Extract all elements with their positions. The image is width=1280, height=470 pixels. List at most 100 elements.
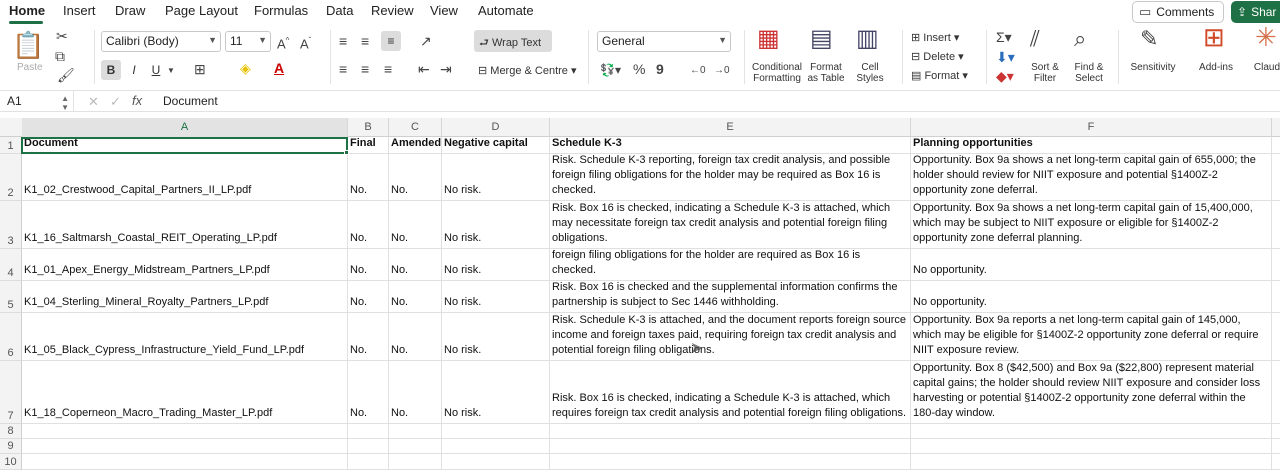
- insert-function-button[interactable]: fx: [132, 93, 142, 108]
- sensitivity-label[interactable]: Sensitivity: [1127, 62, 1179, 73]
- empty-cell[interactable]: [442, 439, 550, 453]
- format-cells-button[interactable]: ▤ Format ▾: [911, 69, 968, 82]
- clear-icon[interactable]: ◆▾: [996, 69, 1014, 83]
- empty-cell[interactable]: [911, 439, 1272, 453]
- cell-final[interactable]: No.: [348, 154, 389, 200]
- cell-styles-label[interactable]: Cell Styles: [852, 62, 888, 84]
- fill-handle[interactable]: [344, 150, 349, 155]
- column-header-a[interactable]: A: [22, 118, 348, 137]
- decrease-decimal-icon[interactable]: →0: [714, 64, 730, 78]
- cell-planning[interactable]: Opportunity. Box 8 ($42,500) and Box 9a …: [911, 361, 1272, 423]
- increase-font-icon[interactable]: A^: [277, 34, 289, 51]
- tab-draw[interactable]: Draw: [115, 3, 145, 18]
- find-select-icon[interactable]: ⌕: [1074, 28, 1086, 50]
- empty-cell[interactable]: [550, 454, 911, 469]
- fill-icon[interactable]: ⬇▾: [996, 50, 1015, 64]
- tab-insert[interactable]: Insert: [63, 3, 96, 18]
- increase-decimal-icon[interactable]: ←0: [690, 64, 706, 78]
- sort-filter-icon[interactable]: ⫽: [1030, 28, 1040, 50]
- percent-button[interactable]: %: [633, 62, 645, 76]
- empty-cell[interactable]: [550, 439, 911, 453]
- cell-amended[interactable]: No.: [389, 249, 442, 280]
- cell-final[interactable]: No.: [348, 281, 389, 312]
- align-left-icon[interactable]: ≡: [339, 62, 347, 76]
- cell-amended[interactable]: No.: [389, 201, 442, 248]
- fill-color-icon[interactable]: ◈: [240, 61, 251, 75]
- autosum-icon[interactable]: Σ▾: [996, 30, 1012, 44]
- empty-cell[interactable]: [22, 439, 348, 453]
- cell-amended[interactable]: No.: [389, 154, 442, 200]
- cell-d1[interactable]: Negative capital: [442, 137, 550, 153]
- tab-page-layout[interactable]: Page Layout: [165, 3, 238, 18]
- empty-cell[interactable]: [348, 454, 389, 469]
- sort-filter-label[interactable]: Sort & Filter: [1027, 62, 1063, 84]
- row-header[interactable]: 5: [0, 281, 22, 313]
- empty-cell[interactable]: [911, 424, 1272, 438]
- cell-final[interactable]: No.: [348, 313, 389, 360]
- merge-centre-button[interactable]: ⊟ Merge & Centre ▾: [478, 64, 577, 77]
- cell-document[interactable]: K1_02_Crestwood_Capital_Partners_II_LP.p…: [22, 154, 348, 200]
- empty-cell[interactable]: [442, 454, 550, 469]
- row-header[interactable]: 3: [0, 201, 22, 249]
- cell-planning[interactable]: Opportunity. Box 9a shows a net long-ter…: [911, 201, 1272, 248]
- column-header-c[interactable]: C: [389, 118, 442, 137]
- decrease-font-icon[interactable]: Aˇ: [300, 34, 311, 51]
- insert-cells-button[interactable]: ⊞ Insert ▾: [911, 31, 959, 44]
- decrease-indent-icon[interactable]: ⇤: [418, 62, 430, 76]
- empty-cell[interactable]: [22, 424, 348, 438]
- tab-view[interactable]: View: [430, 3, 458, 18]
- cell-planning[interactable]: Opportunity. Box 9a reports a net long-t…: [911, 313, 1272, 360]
- cell-final[interactable]: No.: [348, 361, 389, 423]
- align-center-icon[interactable]: ≡: [361, 62, 369, 76]
- tab-review[interactable]: Review: [371, 3, 414, 18]
- font-size-select[interactable]: 11 ▼: [225, 31, 271, 52]
- cell-schedule-k3[interactable]: Risk. Schedule K-3 reporting, foreign ta…: [550, 154, 911, 200]
- cell-negative-capital[interactable]: No risk.: [442, 249, 550, 280]
- empty-cell[interactable]: [348, 424, 389, 438]
- bold-button[interactable]: B: [101, 60, 121, 80]
- cut-icon[interactable]: ✂: [56, 29, 68, 43]
- column-header-b[interactable]: B: [348, 118, 389, 137]
- formula-input[interactable]: Document: [163, 94, 218, 108]
- orientation-icon[interactable]: ↗: [420, 34, 432, 48]
- comma-style-button[interactable]: 9: [656, 62, 664, 76]
- cell-planning[interactable]: No opportunity.: [911, 281, 1272, 312]
- find-select-label[interactable]: Find & Select: [1070, 62, 1108, 84]
- cell-final[interactable]: No.: [348, 201, 389, 248]
- sensitivity-icon[interactable]: ✎: [1140, 28, 1158, 50]
- empty-cell[interactable]: [22, 454, 348, 469]
- paste-icon[interactable]: 📋: [12, 32, 44, 58]
- cell-e1[interactable]: Schedule K-3: [550, 137, 911, 153]
- cell-amended[interactable]: No.: [389, 361, 442, 423]
- format-as-table-label[interactable]: Format as Table: [806, 62, 846, 84]
- align-bottom-icon[interactable]: ≡: [381, 31, 401, 51]
- chevron-down-icon[interactable]: ▼: [167, 64, 175, 78]
- cell-negative-capital[interactable]: No risk.: [442, 281, 550, 312]
- claude-icon[interactable]: ✳: [1255, 24, 1277, 50]
- cell-f1[interactable]: Planning opportunities: [911, 137, 1272, 153]
- cell-document[interactable]: K1_16_Saltmarsh_Coastal_REIT_Operating_L…: [22, 201, 348, 248]
- align-middle-icon[interactable]: ≡: [361, 34, 369, 48]
- format-painter-icon[interactable]: 🖌: [57, 68, 75, 82]
- cell-schedule-k3[interactable]: Risk. Box 16 is checked and the suppleme…: [550, 281, 911, 312]
- cell-planning[interactable]: Opportunity. Box 9a shows a net long-ter…: [911, 154, 1272, 200]
- format-as-table-icon[interactable]: ▤: [810, 27, 833, 51]
- align-right-icon[interactable]: ≡: [384, 62, 392, 76]
- cell-negative-capital[interactable]: No risk.: [442, 313, 550, 360]
- empty-cell[interactable]: [389, 424, 442, 438]
- cell-document[interactable]: K1_18_Coperneon_Macro_Trading_Master_LP.…: [22, 361, 348, 423]
- empty-cell[interactable]: [389, 439, 442, 453]
- cell-schedule-k3[interactable]: Risk. Box 16 is checked, indicating a Sc…: [550, 201, 911, 248]
- cell-b1[interactable]: Final: [348, 137, 389, 153]
- cell-amended[interactable]: No.: [389, 313, 442, 360]
- empty-cell[interactable]: [550, 424, 911, 438]
- conditional-formatting-label[interactable]: Conditional Formatting: [751, 62, 803, 84]
- column-header-d[interactable]: D: [442, 118, 550, 137]
- cell-document[interactable]: K1_01_Apex_Energy_Midstream_Partners_LP.…: [22, 249, 348, 280]
- cell-schedule-k3[interactable]: Risk. Schedule K-3 is attached, and the …: [550, 313, 911, 360]
- empty-cell[interactable]: [442, 424, 550, 438]
- conditional-formatting-icon[interactable]: ▦: [757, 27, 780, 51]
- align-top-icon[interactable]: ≡: [339, 34, 347, 48]
- row-header[interactable]: 10: [0, 454, 22, 470]
- font-color-icon[interactable]: A: [274, 61, 284, 75]
